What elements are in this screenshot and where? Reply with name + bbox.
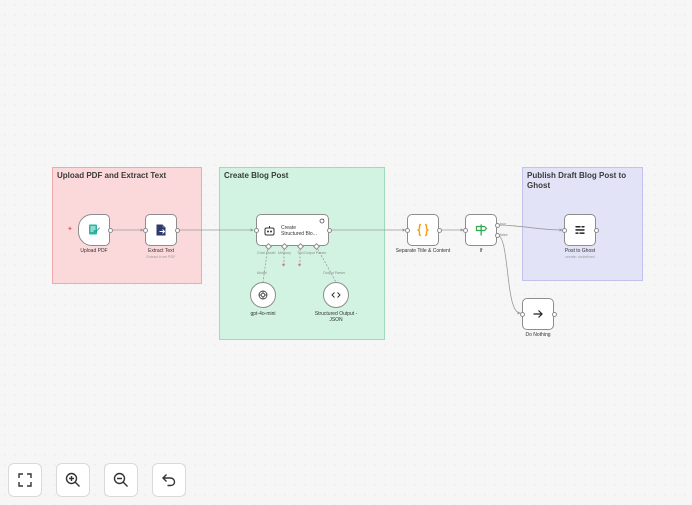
group-upload-pdf[interactable]: Upload PDF and Extract Text <box>52 167 202 284</box>
port-label-output-parser: Output Parser <box>304 251 327 255</box>
node-label: If <box>479 248 483 254</box>
port-extract-in[interactable] <box>142 227 148 233</box>
fullscreen-icon <box>18 473 32 487</box>
document-icon <box>156 224 166 236</box>
node-label-line2: JSON <box>329 317 343 323</box>
port-if-false[interactable] <box>494 232 500 238</box>
group-title: Publish Draft Blog Post to Ghost <box>527 171 627 190</box>
zoom-out-icon <box>113 472 128 487</box>
port-ghost-in[interactable] <box>561 227 567 233</box>
node-label: Post to Ghost <box>564 248 596 254</box>
add-tool-icon[interactable]: ✦ <box>297 263 302 270</box>
node-label: gpt-4o-mini <box>250 311 276 317</box>
node-extract-text[interactable] <box>145 214 177 246</box>
node-if[interactable] <box>465 214 497 246</box>
branch-label-false: false <box>500 233 508 237</box>
port-separate-out[interactable] <box>436 227 442 233</box>
port-extract-out[interactable] <box>174 227 180 233</box>
port-ghost-out[interactable] <box>593 227 599 233</box>
arrow-right-icon <box>533 310 543 318</box>
port-if-in[interactable] <box>462 227 468 233</box>
ghost-logo-icon <box>575 226 585 234</box>
port-if-true[interactable] <box>494 222 500 228</box>
port-separate-in[interactable] <box>404 227 410 233</box>
node-upload-pdf[interactable] <box>78 214 110 246</box>
group-title: Upload PDF and Extract Text <box>57 171 167 180</box>
node-create-structured-blog[interactable]: Create Structured Blo... <box>256 214 329 246</box>
robot-icon <box>264 226 275 236</box>
openai-icon <box>258 290 268 300</box>
node-label: Do Nothing <box>525 332 551 338</box>
code-icon <box>331 292 341 298</box>
zoom-in-icon <box>65 472 80 487</box>
node-separate-title-content[interactable] <box>407 214 439 246</box>
refresh-icon[interactable] <box>319 218 325 224</box>
link-label-model: Model <box>257 271 267 275</box>
undo-icon <box>162 474 176 487</box>
node-structured-output[interactable] <box>323 282 349 308</box>
undo-button[interactable] <box>152 463 186 497</box>
edge-if-false <box>496 234 521 315</box>
node-label: Upload PDF <box>80 248 108 254</box>
node-sublabel: Extract from PDF <box>146 255 176 259</box>
port-label-tool: Tool <box>297 251 304 255</box>
branch-label-true: true <box>500 222 507 226</box>
zoom-out-button[interactable] <box>104 463 138 497</box>
node-label: Extract Text <box>147 248 175 254</box>
port-create-out[interactable] <box>326 227 332 233</box>
node-do-nothing[interactable] <box>522 298 554 330</box>
node-sublabel: create: undefined <box>565 255 595 259</box>
link-label-output-parser: Output Parser <box>323 271 346 275</box>
add-memory-icon[interactable]: ✦ <box>281 263 286 270</box>
form-icon <box>89 224 100 235</box>
port-create-in[interactable] <box>253 227 259 233</box>
fit-view-button[interactable] <box>8 463 42 497</box>
port-label-chat-model: Chat Model <box>257 251 276 255</box>
node-label-line2: Structured Blo... <box>281 231 317 237</box>
add-trigger-icon[interactable]: ✦ <box>67 226 73 233</box>
group-title: Create Blog Post <box>224 171 289 180</box>
port-nothing-out[interactable] <box>551 311 557 317</box>
zoom-in-button[interactable] <box>56 463 90 497</box>
node-label: Separate Title & Content <box>395 248 451 254</box>
signpost-icon <box>475 224 488 236</box>
workflow-canvas[interactable]: Upload PDF and Extract Text Create Blog … <box>0 0 692 505</box>
port-label-memory: Memory <box>278 251 291 255</box>
port-nothing-in[interactable] <box>519 311 525 317</box>
node-gpt-4o-mini[interactable] <box>250 282 276 308</box>
node-post-to-ghost[interactable] <box>564 214 596 246</box>
braces-icon <box>417 223 429 237</box>
port-upload-out[interactable] <box>107 227 113 233</box>
